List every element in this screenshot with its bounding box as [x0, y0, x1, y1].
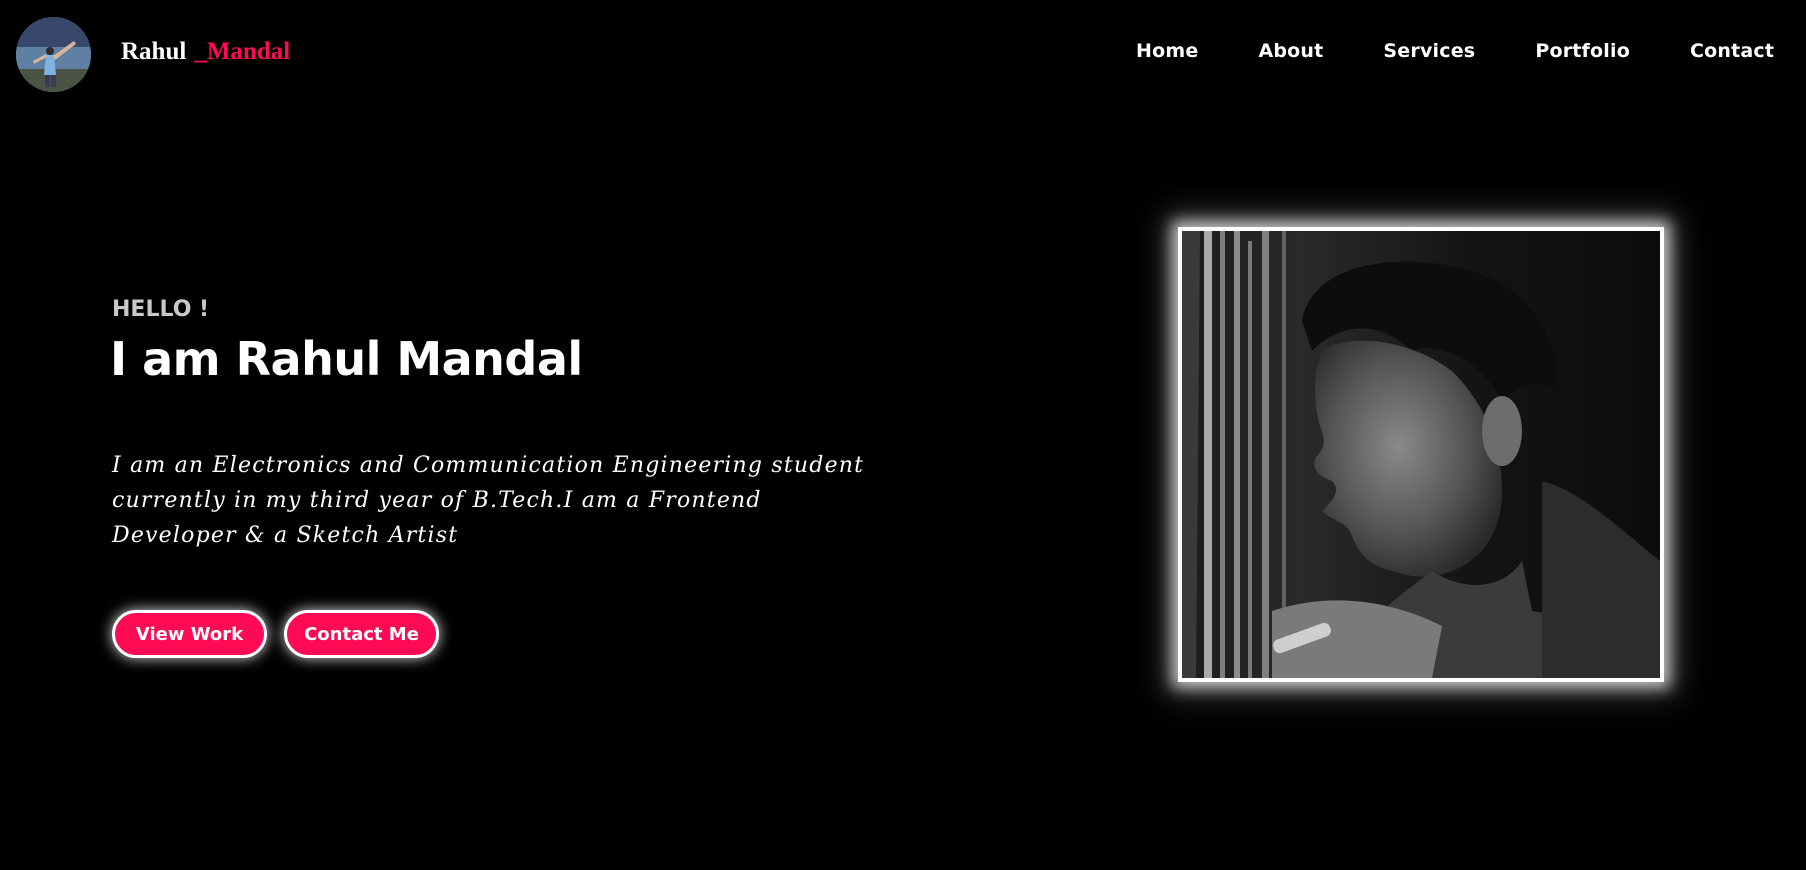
nav-link-portfolio[interactable]: Portfolio [1535, 40, 1630, 62]
nav-link-services[interactable]: Services [1383, 40, 1475, 62]
page: Rahul _Mandal Home About Services Portfol… [0, 0, 1806, 870]
portrait-photo-icon [1178, 227, 1664, 682]
hero-headline: I am Rahul Mandal [110, 332, 583, 386]
hero-description: I am an Electronics and Communication En… [112, 453, 865, 548]
hero-greeting: HELLO ! [112, 297, 210, 322]
nav-link-home[interactable]: Home [1136, 40, 1198, 62]
nav-link-about[interactable]: About [1258, 40, 1323, 62]
brand-last-name: _Mandal [194, 38, 291, 65]
main-nav: Home About Services Portfolio Contact [1136, 40, 1774, 62]
site-header: Rahul _Mandal Home About Services Portfol… [0, 0, 1806, 110]
brand-logo[interactable]: Rahul _Mandal [121, 38, 290, 66]
view-work-button[interactable]: View Work [112, 610, 267, 658]
contact-me-button[interactable]: Contact Me [284, 610, 439, 658]
brand-first-name: Rahul [121, 38, 187, 65]
profile-avatar-icon[interactable] [16, 17, 91, 92]
nav-link-contact[interactable]: Contact [1690, 40, 1774, 62]
